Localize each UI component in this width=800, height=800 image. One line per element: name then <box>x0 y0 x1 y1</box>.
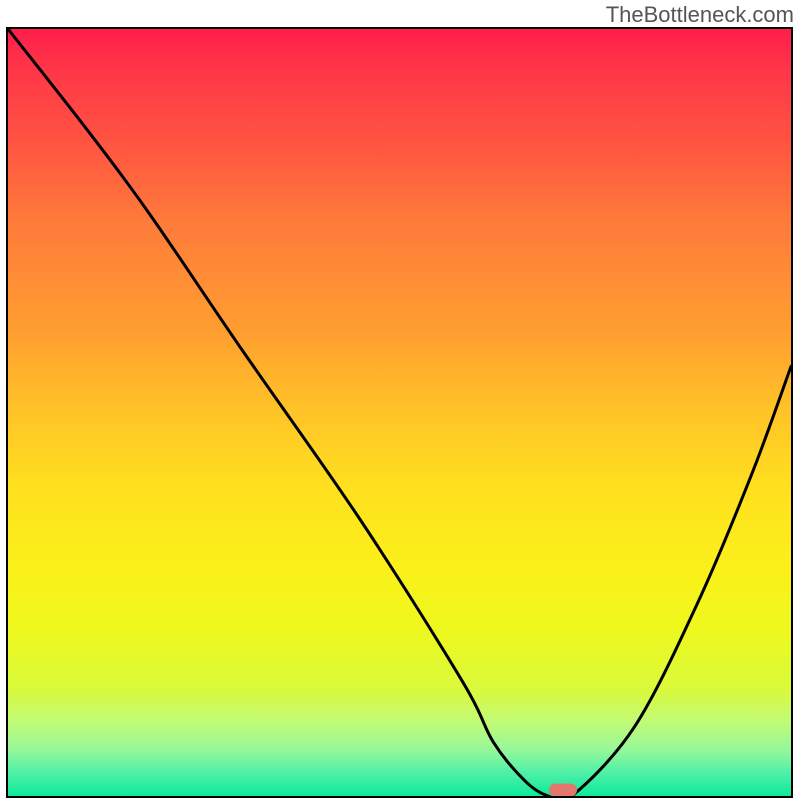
chart-frame <box>6 27 793 798</box>
optimal-point-marker <box>549 784 577 797</box>
bottleneck-curve <box>8 29 791 796</box>
watermark-text: TheBottleneck.com <box>606 2 794 28</box>
